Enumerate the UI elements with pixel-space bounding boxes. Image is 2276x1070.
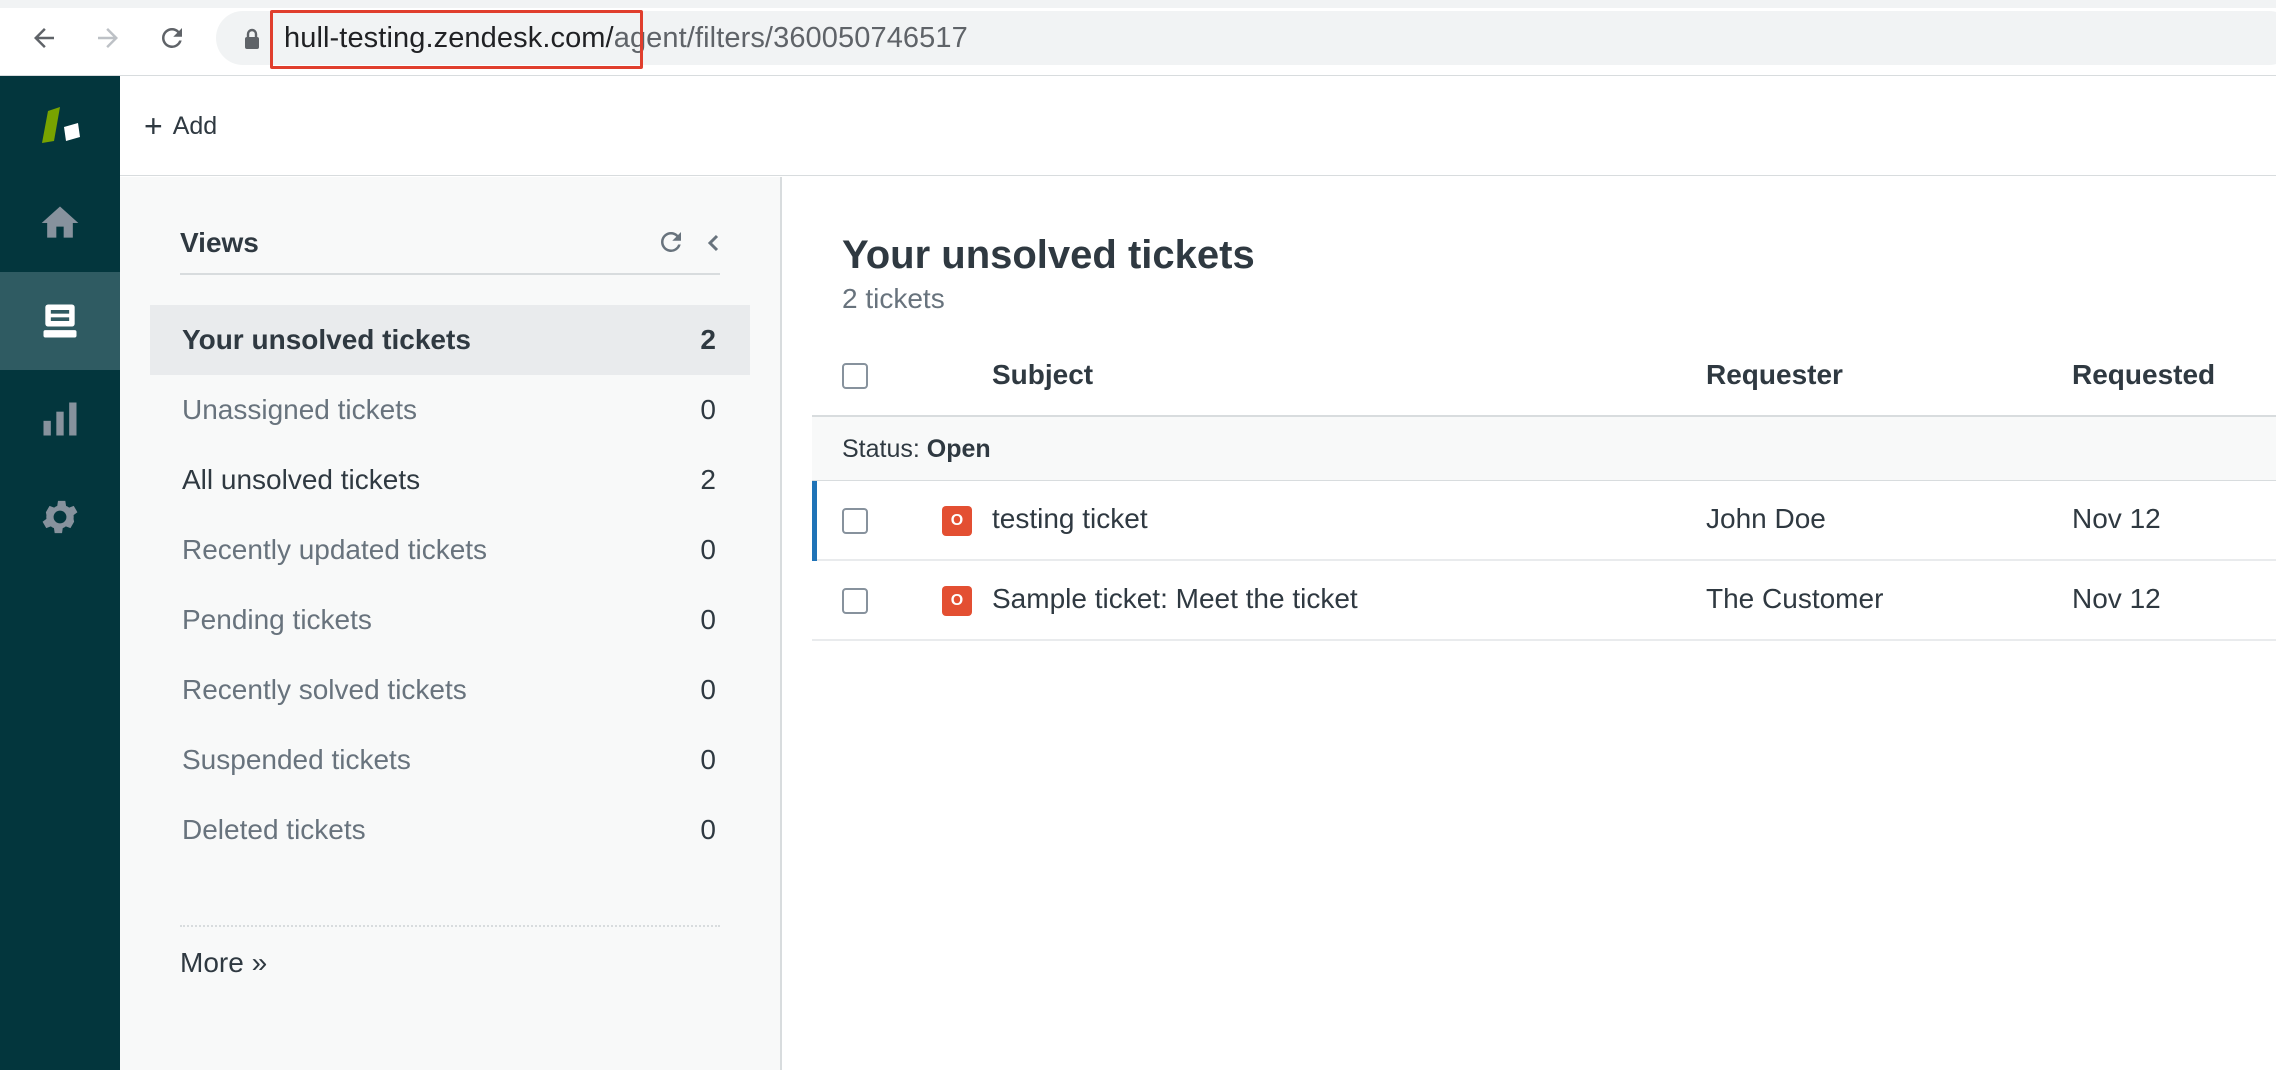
view-count: 0 [700, 814, 716, 845]
nav-admin[interactable] [0, 468, 120, 566]
view-label: Suspended tickets [182, 744, 411, 775]
arrow-right-icon [98, 28, 118, 48]
column-requested[interactable]: Requested [2072, 359, 2215, 391]
nav-home[interactable] [0, 174, 120, 272]
add-label: Add [172, 111, 218, 140]
view-label: Recently updated tickets [182, 534, 488, 565]
group-value: Open [926, 435, 991, 463]
nav-views[interactable] [0, 272, 120, 370]
view-count: 0 [700, 744, 716, 775]
reload-button[interactable] [152, 18, 192, 58]
view-all-unsolved-tickets[interactable]: All unsolved tickets 2 [150, 445, 750, 515]
plus-icon: + [144, 108, 163, 144]
view-label: All unsolved tickets [182, 464, 421, 495]
view-label: Your unsolved tickets [182, 324, 471, 355]
tickets-table: Subject Requester Requested Status: Open… [812, 337, 2276, 641]
view-recently-solved-tickets[interactable]: Recently solved tickets 0 [150, 655, 750, 725]
column-requester[interactable]: Requester [1706, 359, 1843, 391]
column-subject[interactable]: Subject [992, 359, 1093, 391]
view-recently-updated-tickets[interactable]: Recently updated tickets 0 [150, 515, 750, 585]
ticket-count: 2 tickets [842, 283, 945, 314]
row-checkbox[interactable] [842, 508, 868, 534]
arrow-left-icon [34, 28, 54, 48]
table-row[interactable]: O testing ticket John Doe Nov 12 [812, 481, 2276, 561]
url-text[interactable]: hull-testing.zendesk.com/agent/filters/3… [284, 21, 968, 55]
home-icon [41, 206, 79, 238]
page-title: Your unsolved tickets [842, 233, 1255, 277]
gear-icon [42, 500, 78, 534]
status-open-badge: O [942, 586, 972, 616]
views-panel: Views Your unsolved tickets 2 Unassigned… [120, 177, 782, 1070]
views-icon [43, 304, 77, 338]
refresh-icon[interactable] [656, 227, 686, 257]
ticket-subject[interactable]: Sample ticket: Meet the ticket [992, 583, 1358, 615]
views-header: Views [180, 227, 720, 275]
view-label: Unassigned tickets [182, 394, 418, 425]
view-unassigned-tickets[interactable]: Unassigned tickets 0 [150, 375, 750, 445]
main-content: Your unsolved tickets 2 tickets Subject … [783, 177, 2276, 1070]
ticket-subject[interactable]: testing ticket [992, 503, 1148, 535]
table-row[interactable]: O Sample ticket: Meet the ticket The Cus… [812, 561, 2276, 641]
browser-toolbar: hull-testing.zendesk.com/agent/filters/3… [0, 0, 2276, 76]
group-status-open: Status: Open [812, 417, 2276, 481]
views-divider [180, 925, 720, 927]
more-views-link[interactable]: More » [180, 947, 267, 979]
view-count: 0 [700, 394, 716, 425]
top-header: + Add [120, 76, 2276, 176]
view-deleted-tickets[interactable]: Deleted tickets 0 [150, 795, 750, 865]
view-pending-tickets[interactable]: Pending tickets 0 [150, 585, 750, 655]
nav-reporting[interactable] [0, 370, 120, 468]
lock-icon [245, 28, 259, 49]
app-sidebar [0, 76, 120, 1070]
view-suspended-tickets[interactable]: Suspended tickets 0 [150, 725, 750, 795]
bar-chart-icon [43, 402, 77, 436]
view-count: 0 [700, 534, 716, 565]
reload-icon [162, 28, 182, 48]
url-path: agent/filters/360050746517 [613, 22, 968, 54]
select-all-checkbox[interactable] [842, 363, 868, 389]
chevron-left-icon[interactable] [702, 231, 726, 255]
ticket-requested: Nov 12 [2072, 503, 2161, 534]
view-your-unsolved-tickets[interactable]: Your unsolved tickets 2 [150, 305, 750, 375]
view-count: 0 [700, 674, 716, 705]
add-button[interactable]: + Add [144, 108, 217, 144]
view-label: Recently solved tickets [182, 674, 467, 705]
view-count: 2 [700, 324, 716, 355]
back-button[interactable] [24, 18, 64, 58]
forward-button[interactable] [88, 18, 128, 58]
view-count: 2 [700, 464, 716, 495]
views-title: Views [180, 227, 259, 258]
view-count: 0 [700, 604, 716, 635]
group-prefix: Status: [842, 435, 927, 463]
ticket-requested: Nov 12 [2072, 583, 2161, 614]
status-open-badge: O [942, 506, 972, 536]
url-host: hull-testing.zendesk.com/ [284, 22, 614, 54]
group-label: Status: Open [842, 435, 991, 464]
zendesk-logo[interactable] [0, 76, 120, 174]
table-header: Subject Requester Requested [812, 337, 2276, 417]
row-checkbox[interactable] [842, 588, 868, 614]
view-label: Pending tickets [182, 604, 372, 635]
tab-strip-edge [0, 0, 2276, 8]
ticket-requester: The Customer [1706, 583, 1884, 614]
ticket-requester: John Doe [1706, 503, 1826, 534]
view-label: Deleted tickets [182, 814, 366, 845]
zendesk-logo-icon [42, 107, 80, 143]
